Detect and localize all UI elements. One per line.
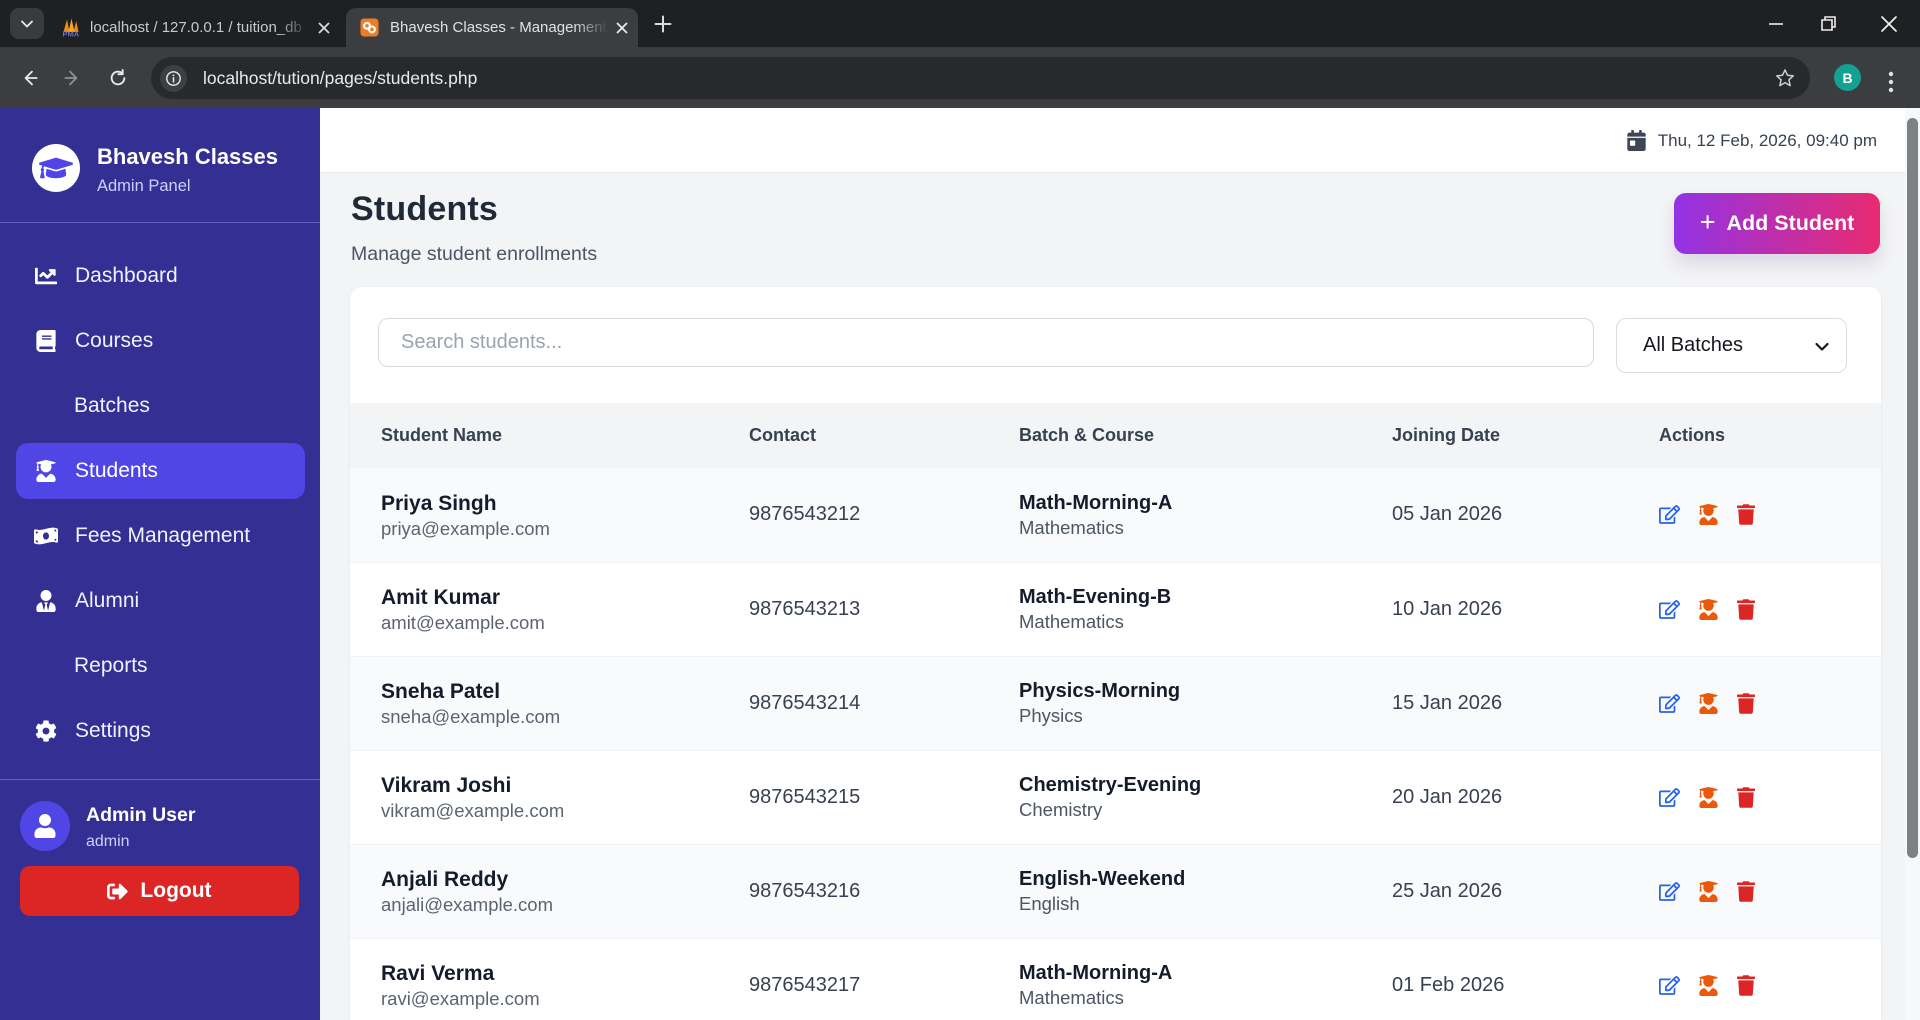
svg-text:PMA: PMA — [63, 30, 80, 38]
